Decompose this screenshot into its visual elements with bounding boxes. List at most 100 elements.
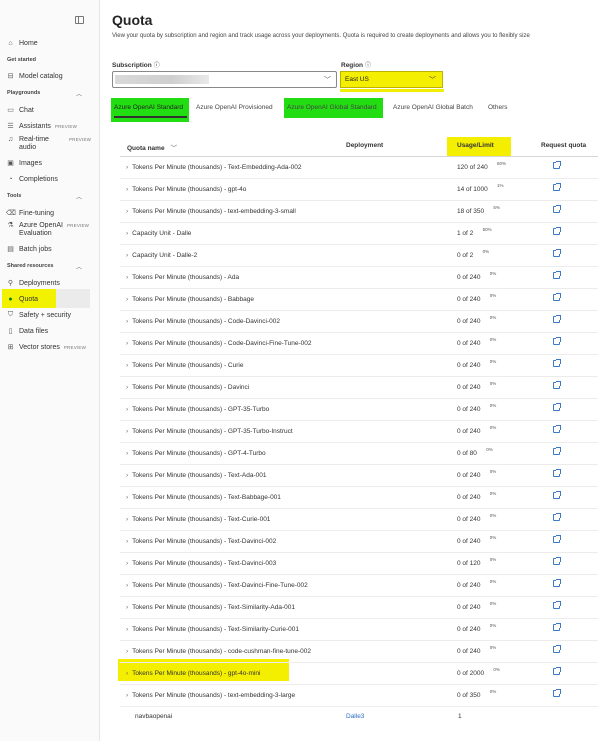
sidebar-item-vector-stores[interactable]: ⊞ Vector stores PREVIEW	[6, 341, 86, 353]
table-row[interactable]: › Tokens Per Minute (thousands) - Text-Ad…	[120, 465, 598, 487]
tab-others[interactable]: Others	[488, 104, 508, 111]
chevron-right-icon[interactable]: ›	[126, 648, 128, 655]
chevron-right-icon[interactable]: ›	[126, 450, 128, 457]
open-external-icon[interactable]	[553, 557, 561, 565]
open-external-icon[interactable]	[553, 645, 561, 653]
table-row[interactable]: › Tokens Per Minute (thousands) - GPT-35-…	[120, 421, 598, 443]
table-row[interactable]: › Tokens Per Minute (thousands) - gpt-4o 1…	[120, 179, 598, 201]
open-external-icon[interactable]	[553, 601, 561, 609]
open-external-icon[interactable]	[553, 183, 561, 191]
chevron-right-icon[interactable]: ›	[126, 252, 128, 259]
chevron-right-icon[interactable]: ›	[126, 318, 128, 325]
sidebar-item-home[interactable]: ⌂ Home	[6, 37, 37, 49]
open-external-icon[interactable]	[553, 425, 561, 433]
table-row[interactable]: › Tokens Per Minute (thousands) - Text-Da…	[120, 553, 598, 575]
chevron-right-icon[interactable]: ›	[126, 604, 128, 611]
sidebar-item-deployments[interactable]: ⚲ Deployments	[6, 277, 60, 289]
open-external-icon[interactable]	[553, 667, 561, 675]
chevron-up-icon[interactable]: ︿	[76, 262, 82, 271]
chevron-right-icon[interactable]: ›	[126, 692, 128, 699]
table-row[interactable]: › Tokens Per Minute (thousands) - text-em…	[120, 685, 598, 707]
table-row[interactable]: › Tokens Per Minute (thousands) - Text-Da…	[120, 531, 598, 553]
open-external-icon[interactable]	[553, 271, 561, 279]
table-row[interactable]: › Tokens Per Minute (thousands) - text-em…	[120, 201, 598, 223]
open-external-icon[interactable]	[553, 161, 561, 169]
open-external-icon[interactable]	[553, 381, 561, 389]
table-row[interactable]: › Tokens Per Minute (thousands) - GPT-35-…	[120, 399, 598, 421]
table-row[interactable]: › Tokens Per Minute (thousands) - gpt-4o-…	[120, 663, 598, 685]
open-external-icon[interactable]	[553, 293, 561, 301]
sidebar-item-safety-security[interactable]: ⛉ Safety + security	[6, 309, 71, 321]
chevron-right-icon[interactable]: ›	[126, 494, 128, 501]
chevron-right-icon[interactable]: ›	[126, 472, 128, 479]
chevron-right-icon[interactable]: ›	[126, 340, 128, 347]
open-external-icon[interactable]	[553, 315, 561, 323]
table-row[interactable]: › Tokens Per Minute (thousands) - Davinci…	[120, 377, 598, 399]
chevron-right-icon[interactable]: ›	[126, 560, 128, 567]
table-row[interactable]: › Tokens Per Minute (thousands) - GPT-4-T…	[120, 443, 598, 465]
tab-azure-openai-global-standard[interactable]: Azure OpenAI Global Standard	[287, 104, 377, 111]
sidebar-item-model-catalog[interactable]: ⊟ Model catalog	[6, 70, 63, 82]
open-external-icon[interactable]	[553, 447, 561, 455]
sidebar-item-images[interactable]: ▣ Images	[6, 157, 42, 169]
chevron-right-icon[interactable]: ›	[126, 164, 128, 171]
table-row[interactable]: › Tokens Per Minute (thousands) - Text-Da…	[120, 575, 598, 597]
chevron-up-icon[interactable]: ︿	[76, 89, 82, 98]
sidebar-item-assistants[interactable]: ☰ Assistants PREVIEW	[6, 120, 77, 132]
table-row[interactable]: › Tokens Per Minute (thousands) - Text-Cu…	[120, 509, 598, 531]
subscription-dropdown[interactable]: ﹀	[112, 71, 337, 88]
chevron-right-icon[interactable]: ›	[126, 582, 128, 589]
table-row[interactable]: › Capacity Unit - Dalle-2 0 of 2 0%	[120, 245, 598, 267]
open-external-icon[interactable]	[553, 513, 561, 521]
chevron-right-icon[interactable]: ›	[126, 670, 128, 677]
chevron-right-icon[interactable]: ›	[126, 406, 128, 413]
open-external-icon[interactable]	[553, 359, 561, 367]
open-external-icon[interactable]	[553, 623, 561, 631]
sidebar-item-completions[interactable]: ◔ Completions	[6, 173, 58, 185]
chevron-right-icon[interactable]: ›	[126, 384, 128, 391]
open-external-icon[interactable]	[553, 249, 561, 257]
chevron-right-icon[interactable]: ›	[126, 538, 128, 545]
sidebar-item-quota[interactable]: ● Quota	[6, 293, 38, 305]
chevron-right-icon[interactable]: ›	[126, 230, 128, 237]
tab-azure-openai-global-batch[interactable]: Azure OpenAI Global Batch	[393, 104, 473, 111]
table-row[interactable]: › Tokens Per Minute (thousands) - Text-Em…	[120, 157, 598, 179]
table-row[interactable]: › Tokens Per Minute (thousands) - code-cu…	[120, 641, 598, 663]
sidebar-item-chat[interactable]: ▭ Chat	[6, 104, 34, 116]
tab-azure-openai-standard[interactable]: Azure OpenAI Standard	[114, 104, 183, 111]
sidebar-item-data-files[interactable]: ▯ Data files	[6, 325, 49, 337]
deployment-link[interactable]: Dalle3	[346, 713, 364, 720]
open-external-icon[interactable]	[553, 689, 561, 697]
open-external-icon[interactable]	[553, 337, 561, 345]
open-external-icon[interactable]	[553, 469, 561, 477]
table-row[interactable]: › Tokens Per Minute (thousands) - Curie 0 …	[120, 355, 598, 377]
chevron-right-icon[interactable]: ›	[126, 428, 128, 435]
chevron-right-icon[interactable]: ›	[126, 186, 128, 193]
open-external-icon[interactable]	[553, 579, 561, 587]
table-row[interactable]: › Tokens Per Minute (thousands) - Text-Si…	[120, 597, 598, 619]
open-external-icon[interactable]	[553, 205, 561, 213]
tab-azure-openai-provisioned[interactable]: Azure OpenAI Provisioned	[196, 104, 273, 111]
open-external-icon[interactable]	[553, 227, 561, 235]
table-row[interactable]: › Tokens Per Minute (thousands) - Text-Ba…	[120, 487, 598, 509]
table-row[interactable]: › Tokens Per Minute (thousands) - Code-Da…	[120, 311, 598, 333]
table-row[interactable]: › Tokens Per Minute (thousands) - Text-Si…	[120, 619, 598, 641]
open-external-icon[interactable]	[553, 403, 561, 411]
sidebar-item-fine-tuning[interactable]: ⌫ Fine-tuning	[6, 207, 54, 219]
sidebar-item-azure-openai-evaluation[interactable]: ⚗ Azure OpenAI Evaluation PREVIEW	[6, 222, 89, 238]
header-quota-name[interactable]: Quota name ﹀	[127, 142, 177, 152]
table-row[interactable]: › Tokens Per Minute (thousands) - Code-Da…	[120, 333, 598, 355]
chevron-right-icon[interactable]: ›	[126, 274, 128, 281]
chevron-right-icon[interactable]: ›	[126, 208, 128, 215]
table-row[interactable]: › Capacity Unit - Dalle 1 of 2 50%	[120, 223, 598, 245]
sidebar-item-realtime-audio[interactable]: ♫ Real-time audio PREVIEW	[6, 136, 91, 152]
open-external-icon[interactable]	[553, 535, 561, 543]
chevron-right-icon[interactable]: ›	[126, 362, 128, 369]
table-row[interactable]: › Tokens Per Minute (thousands) - Babbage…	[120, 289, 598, 311]
chevron-right-icon[interactable]: ›	[126, 626, 128, 633]
sidebar-item-batch-jobs[interactable]: ▤ Batch jobs	[6, 243, 52, 255]
collapse-sidebar-icon[interactable]	[75, 16, 84, 24]
table-row[interactable]: › Tokens Per Minute (thousands) - Ada 0 of…	[120, 267, 598, 289]
chevron-right-icon[interactable]: ›	[126, 296, 128, 303]
region-dropdown[interactable]: East US ﹀	[340, 71, 443, 88]
